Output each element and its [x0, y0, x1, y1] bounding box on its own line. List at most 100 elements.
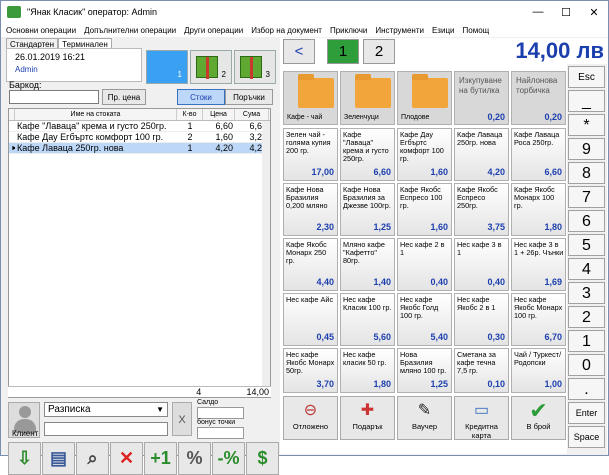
menu-tools[interactable]: Инструменти [375, 26, 424, 35]
minimize-button[interactable]: — [524, 1, 552, 23]
voucher-button[interactable]: ✎ Ваучер [397, 396, 452, 440]
key-underscore[interactable]: _ [568, 90, 605, 112]
percent-icon[interactable]: % [178, 442, 211, 475]
folder-icon [355, 74, 391, 108]
key-3[interactable]: 3 [568, 282, 605, 304]
document-type-select[interactable]: Разписка ▼ [44, 402, 168, 417]
search-icon[interactable]: ⌕ [76, 442, 109, 475]
exit-door-icon[interactable]: ⇩ [8, 442, 41, 475]
barcode-input[interactable] [9, 90, 99, 104]
key-0[interactable]: 0 [568, 354, 605, 376]
product-button[interactable]: Нес кафе 3 в 1 0,40 [454, 238, 509, 291]
cash-button[interactable]: ✔ В брой [511, 396, 566, 440]
window-title: "Янак Класик" оператор: Admin [27, 7, 158, 17]
product-button[interactable]: Кафе Лаваца Роса 250гр. 6,60 [511, 128, 566, 181]
delete-icon[interactable]: ✕ [110, 442, 143, 475]
menu-help[interactable]: Помощ [463, 26, 490, 35]
receipt-panel: Стандартен Терминален 26.01.2019 16:21 A… [4, 38, 279, 475]
folder-fruits[interactable]: Плодове [397, 71, 452, 125]
bottle-return-button[interactable]: Изкупуване на бутилка 0,20 [454, 71, 509, 125]
folder-icon [412, 74, 448, 108]
key-dot[interactable]: . [568, 378, 605, 400]
folder-vegetables[interactable]: Зеленчуци [340, 71, 395, 125]
menu-document[interactable]: Избор на документ [251, 26, 322, 35]
product-button[interactable]: Кафе Якобс Монарх 250 гр. 4,40 [283, 238, 338, 291]
table-row[interactable]: ► Кафе Лаваца 250гр. нова 1 4,20 4,20 [9, 143, 270, 154]
gift-icon: ✚ [360, 402, 375, 419]
menu-main-ops[interactable]: Основни операции [6, 26, 76, 35]
product-button[interactable]: Чай / Туркест/Родопски 1,00 [511, 348, 566, 393]
key-8[interactable]: 8 [568, 162, 605, 184]
page-button-3[interactable]: 3 [234, 50, 276, 84]
discount-card-icon[interactable]: -% [212, 442, 245, 475]
key-4[interactable]: 4 [568, 258, 605, 280]
folder-coffee-tea[interactable]: Кафе - чай [283, 71, 338, 125]
toggle-goods[interactable]: Стоки [177, 89, 225, 105]
menu-extra-ops[interactable]: Допълнителни операции [84, 26, 176, 35]
page-button-2[interactable]: 2 [190, 50, 232, 84]
plastic-bag-button[interactable]: Найлонова торбичка 0,20 [511, 71, 566, 125]
title-bar: "Янак Класик" оператор: Admin — ☐ ✕ [1, 1, 608, 23]
product-button[interactable]: Нес кафе 2 в 1 0,40 [397, 238, 452, 291]
key-1[interactable]: 1 [568, 330, 605, 352]
menu-close[interactable]: Приключи [330, 26, 367, 35]
close-button[interactable]: ✕ [580, 1, 608, 23]
credit-card-button[interactable]: ▭ Кредитна карта [454, 396, 509, 440]
product-button[interactable]: Зелен чай - голяма купия 200 гр. 17,00 [283, 128, 338, 181]
product-button[interactable]: Кафе Нова Бразилия за Джезве 100гр. 1,25 [340, 183, 395, 236]
postpone-button[interactable]: ⊖ Отложено [283, 396, 338, 440]
key-esc[interactable]: Esc [568, 66, 605, 88]
product-button[interactable]: Мляно кафе "Кафетто" 80гр. 1,40 [340, 238, 395, 291]
price-button[interactable]: Пр. цена [102, 89, 146, 105]
bonus-label: бонус точки [197, 419, 236, 426]
key-7[interactable]: 7 [568, 186, 605, 208]
product-button[interactable]: Нес кафе Класик 100 гр. 5,60 [340, 293, 395, 346]
page-2-button[interactable]: 2 [363, 39, 395, 64]
toggle-orders[interactable]: Поръчки [225, 89, 273, 105]
chevron-down-icon: ▼ [156, 405, 164, 414]
page-1-button[interactable]: 1 [327, 39, 359, 64]
menu-other-ops[interactable]: Други операции [184, 26, 243, 35]
clear-client-button[interactable]: X [172, 402, 192, 436]
key-2[interactable]: 2 [568, 306, 605, 328]
product-button[interactable]: Кафе Якобс Еспресо 250гр. 3,75 [454, 183, 509, 236]
product-button[interactable]: Кафе Дау Егбъртс комфорт 100 гр. 1,60 [397, 128, 452, 181]
money-icon[interactable]: $ [246, 442, 279, 475]
product-button[interactable]: Сметана за кафе течна 7,5 гр. 0,10 [454, 348, 509, 393]
add-quantity-icon[interactable]: +1 [144, 442, 177, 475]
table-scrollbar[interactable] [262, 121, 270, 386]
product-button[interactable]: Нес кафе Якобс Монарх 100 гр. 6,70 [511, 293, 566, 346]
table-row[interactable]: Кафе "Лаваца" крема и густо 250гр. 1 6,6… [9, 121, 270, 132]
product-button[interactable]: Кафе "Лаваца" крема и густо 250гр. 6,60 [340, 128, 395, 181]
product-button[interactable]: Нес кафе Якобс Голд 100 гр. 5,40 [397, 293, 452, 346]
gift-button[interactable]: ✚ Подарък [340, 396, 395, 440]
prev-page-button[interactable]: < [283, 39, 315, 64]
key-6[interactable]: 6 [568, 210, 605, 232]
table-row[interactable]: Кафе Дау Егбъртс комфорт 100 гр. 2 1,60 … [9, 132, 270, 143]
key-asterisk[interactable]: * [568, 114, 605, 136]
ticket-icon: ✎ [417, 402, 432, 419]
keypad: Esc _ * 9 8 7 6 5 4 3 2 1 0 . Enter Spac… [567, 64, 607, 454]
key-enter[interactable]: Enter [568, 402, 605, 424]
toolbar: ⇩ ▤ ⌕ ✕ +1 % -% $ [8, 442, 280, 475]
key-space[interactable]: Space [568, 426, 605, 448]
maximize-button[interactable]: ☐ [552, 1, 580, 23]
client-input[interactable] [44, 422, 168, 436]
page-button-1[interactable]: 1 [146, 50, 188, 84]
product-button[interactable]: Нес кафе Якобс Монарх 50гр. 3,70 [283, 348, 338, 393]
menu-languages[interactable]: Езици [432, 26, 455, 35]
product-button[interactable]: Нес кафе класик 50 гр. 1,80 [340, 348, 395, 393]
product-button[interactable]: Нес кафе 3 в 1 + 26р. Чънки 1,69 [511, 238, 566, 291]
key-5[interactable]: 5 [568, 234, 605, 256]
total-sum: 14,00 [246, 387, 269, 397]
datetime: 26.01.2019 16:21 [15, 52, 86, 62]
product-button[interactable]: Нова Бразилия мляно 100 гр. 1,25 [397, 348, 452, 393]
product-button[interactable]: Кафе Якобс Монарх 100 гр. 1,80 [511, 183, 566, 236]
cash-register-icon[interactable]: ▤ [42, 442, 75, 475]
key-9[interactable]: 9 [568, 138, 605, 160]
product-button[interactable]: Кафе Лаваца 250гр. нова 4,20 [454, 128, 509, 181]
product-button[interactable]: Нес кафе Якобс 2 в 1 0,30 [454, 293, 509, 346]
product-button[interactable]: Кафе Нова Бразилия 0,200 мляно 2,30 [283, 183, 338, 236]
product-button[interactable]: Кафе Якобс Еспресо 100 гр. 1,60 [397, 183, 452, 236]
product-button[interactable]: Нес кафе Айс 0,45 [283, 293, 338, 346]
